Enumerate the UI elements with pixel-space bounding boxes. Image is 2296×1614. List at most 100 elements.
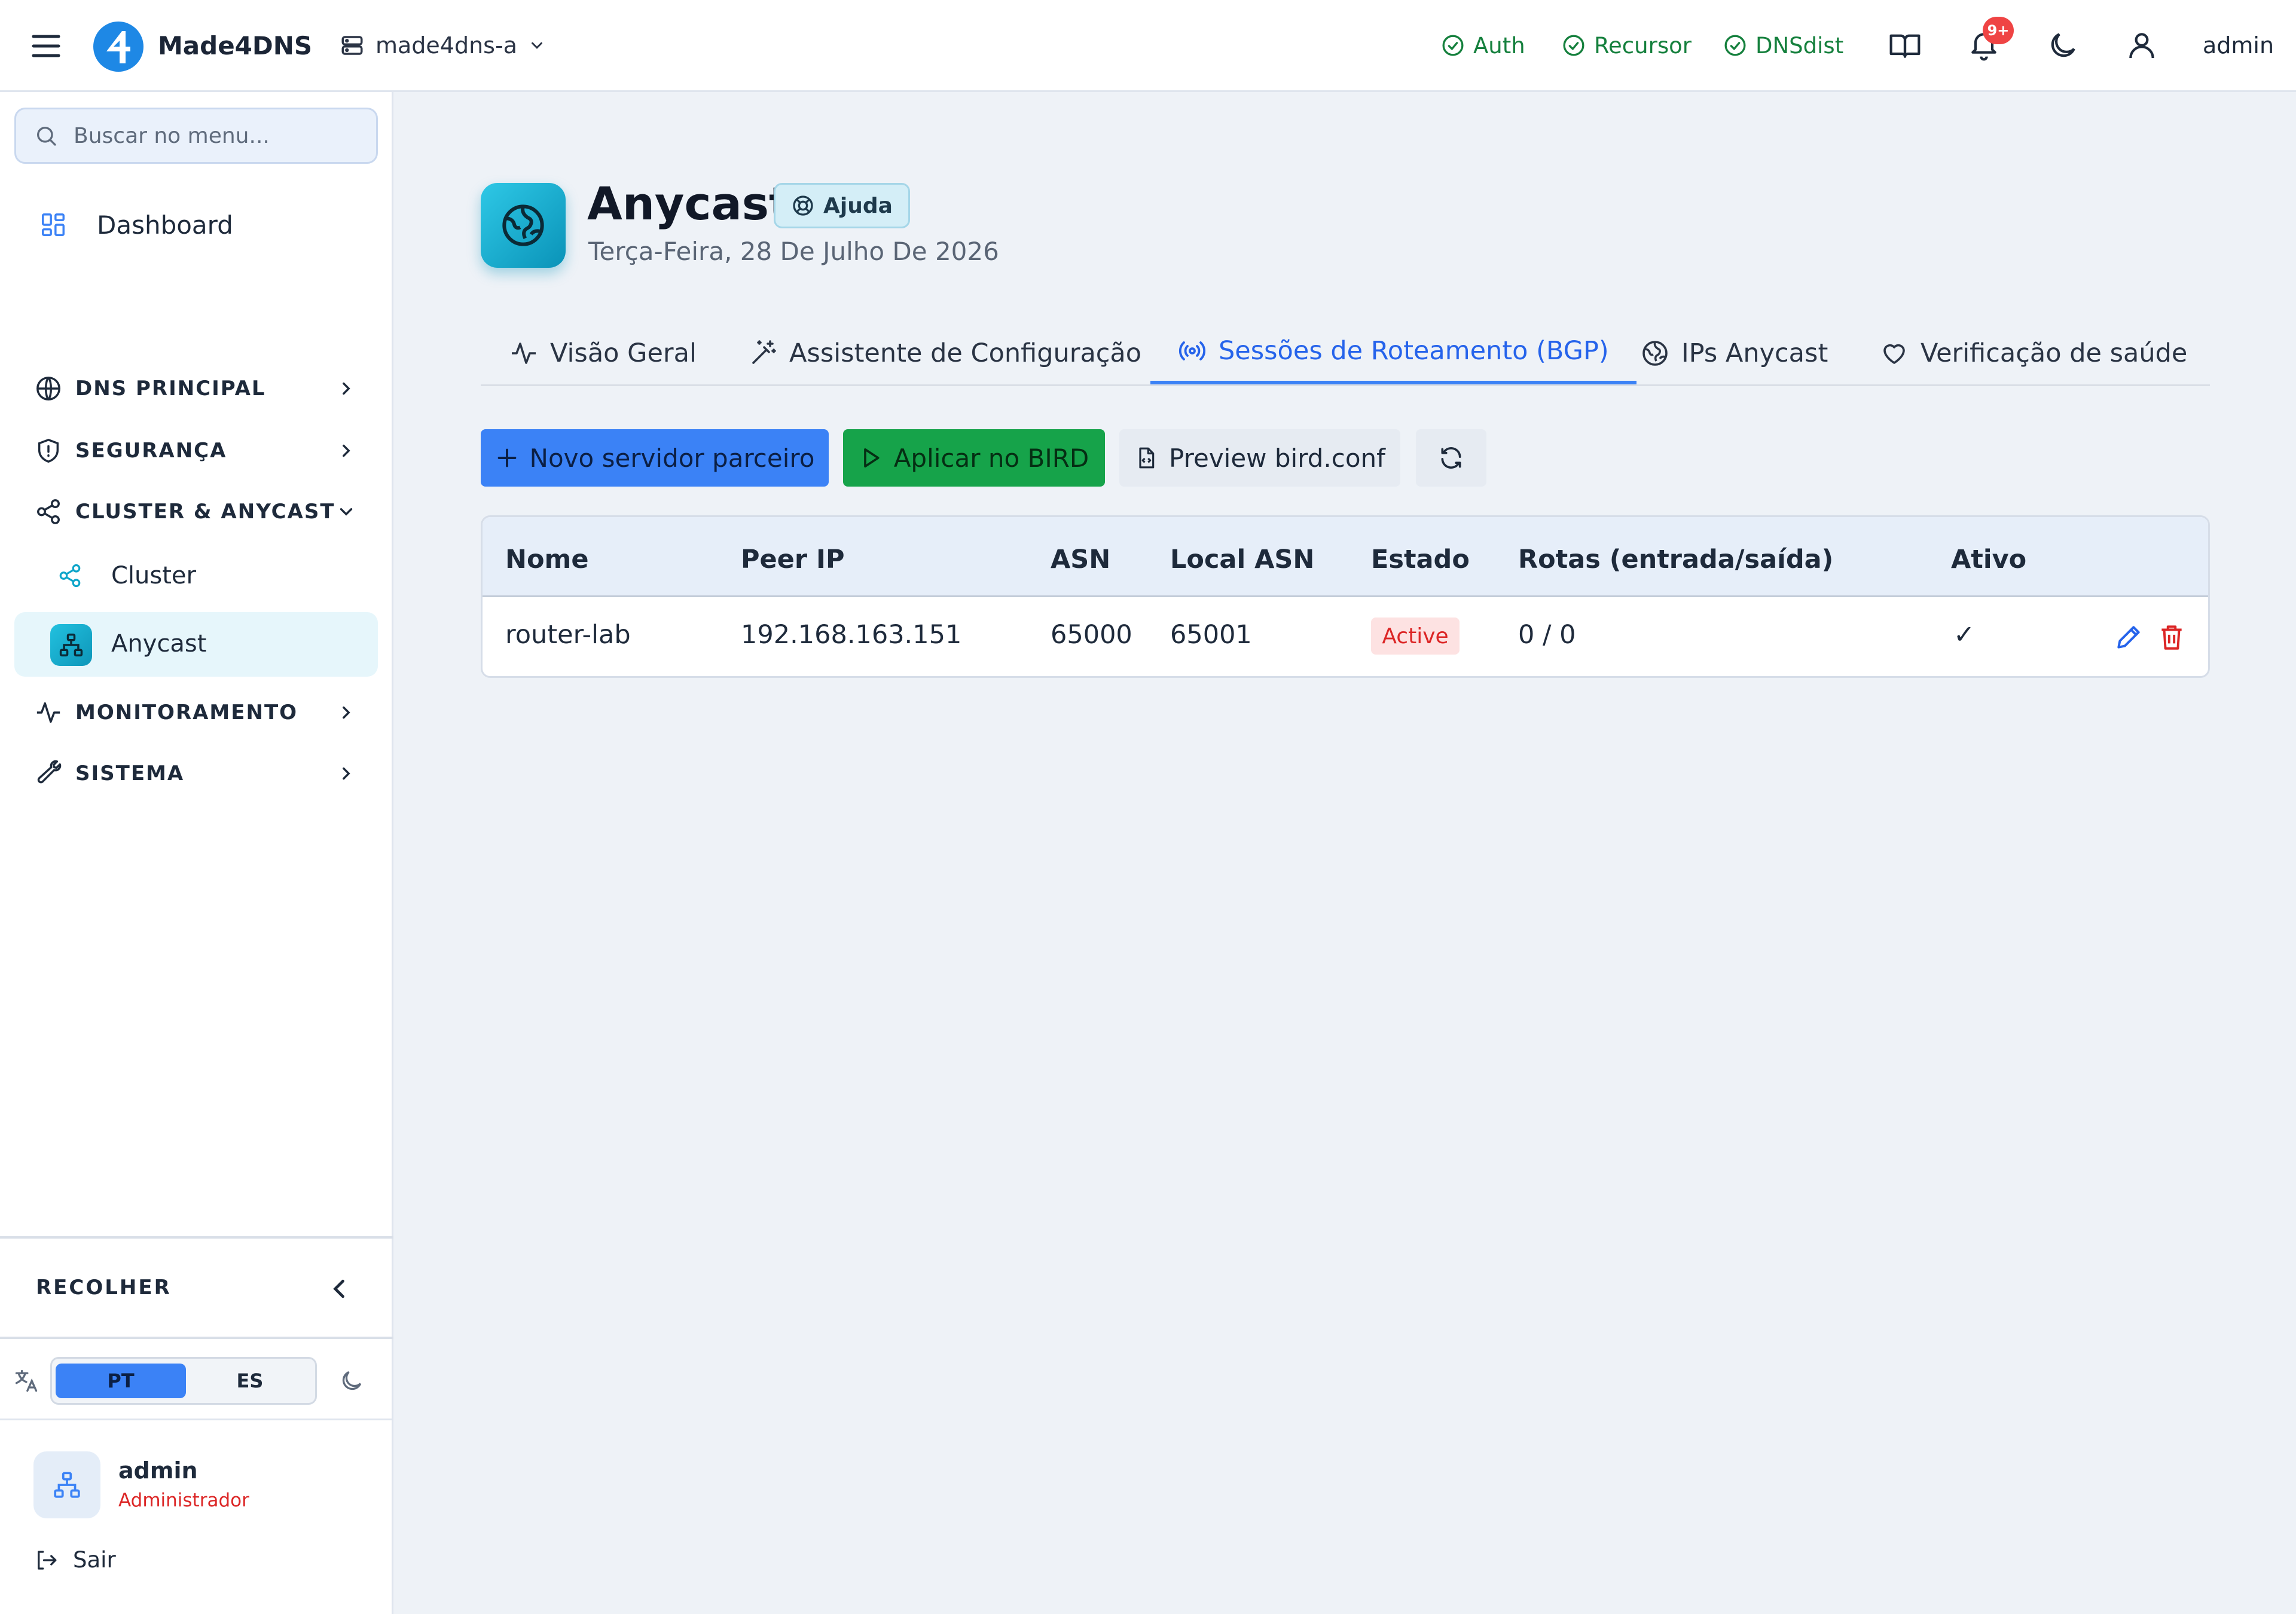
sidebar-group-security[interactable]: SEGURANÇA — [0, 420, 393, 482]
chevron-down-icon — [340, 508, 353, 516]
search-icon — [37, 127, 56, 146]
help-label: Ajuda — [823, 193, 893, 218]
sidebar-group-label: CLUSTER & ANYCAST — [75, 500, 335, 524]
plus-icon — [497, 448, 516, 467]
notification-count-badge: 9+ — [1983, 17, 2014, 44]
activity-icon — [512, 343, 536, 364]
logout-icon — [38, 1550, 57, 1570]
user-menu-label[interactable]: admin — [2203, 26, 2274, 65]
server-selector-label: made4dns-a — [375, 32, 517, 59]
chevron-right-icon — [343, 767, 350, 780]
user-icon[interactable] — [2125, 29, 2158, 62]
column-header[interactable]: ASN — [1051, 545, 1110, 574]
tab-label: Visão Geral — [550, 338, 697, 368]
trash-icon[interactable] — [2157, 622, 2187, 652]
share-nodes-icon — [37, 499, 60, 524]
tab-label: Assistente de Configuração — [789, 338, 1142, 368]
tab-bgp-sessions[interactable]: Sessões de Roteamento (BGP) — [1150, 320, 1636, 384]
dashboard-grid-icon — [42, 213, 65, 236]
sidebar: Buscar no menu... Dashboard DNS PRINCIPA… — [0, 92, 393, 1614]
cell-enabled: ✓ — [1953, 620, 1976, 650]
check-circle-icon — [1724, 35, 1746, 56]
tab-setup-wizard[interactable]: Assistente de Configuração — [749, 320, 1141, 386]
sidebar-item-cluster[interactable]: Cluster — [0, 548, 393, 604]
apply-bird-button[interactable]: Aplicar no BIRD — [843, 429, 1105, 487]
radio-broadcast-icon — [1179, 341, 1205, 360]
sidebar-group-label: MONITORAMENTO — [75, 701, 298, 725]
language-es-button[interactable]: ES — [185, 1364, 315, 1398]
book-icon[interactable] — [1888, 29, 1922, 62]
menu-search-input[interactable]: Buscar no menu... — [14, 108, 378, 164]
refresh-button[interactable] — [1416, 429, 1486, 487]
wrench-icon — [37, 760, 62, 784]
brand-name[interactable]: Made4DNS — [158, 26, 312, 65]
tab-bar: Visão Geral Assistente de Configuração S… — [481, 320, 2210, 386]
status-dnsdist-label: DNSdist — [1755, 32, 1844, 59]
profile-role: Administrador — [118, 1490, 249, 1511]
new-peer-button[interactable]: Novo servidor parceiro — [481, 429, 829, 487]
check-circle-icon — [1563, 35, 1584, 56]
language-row: PT ES — [0, 1339, 393, 1420]
logout-button[interactable]: Sair — [33, 1547, 116, 1573]
sidebar-item-label: Cluster — [111, 562, 196, 589]
tab-label: Sessões de Roteamento (BGP) — [1219, 335, 1609, 366]
activity-icon — [36, 702, 60, 723]
preview-config-label: Preview bird.conf — [1169, 443, 1385, 473]
column-header[interactable]: Estado — [1371, 545, 1470, 574]
moon-icon[interactable] — [338, 1368, 365, 1394]
status-badge: Active — [1371, 618, 1460, 655]
apply-bird-label: Aplicar no BIRD — [893, 443, 1089, 473]
edit-pencil-icon[interactable] — [2114, 622, 2144, 652]
brand-logo-icon[interactable] — [92, 20, 145, 73]
menu-icon[interactable] — [31, 32, 61, 60]
tab-label: Verificação de saúde — [1921, 338, 2188, 368]
sidebar-item-label: Dashboard — [97, 210, 233, 240]
logout-label: Sair — [73, 1547, 116, 1573]
status-dnsdist[interactable]: DNSdist — [1723, 26, 1843, 65]
sidebar-group-cluster-anycast[interactable]: CLUSTER & ANYCAST — [0, 481, 393, 543]
language-pt-button[interactable]: PT — [56, 1364, 186, 1398]
tab-health-check[interactable]: Verificação de saúde — [1880, 320, 2187, 386]
sidebar-item-anycast[interactable]: Anycast — [14, 612, 378, 677]
bgp-sessions-table: Nome Peer IP ASN Local ASN Estado Rotas … — [481, 515, 2210, 678]
column-header[interactable]: Rotas (entrada/saída) — [1518, 545, 1833, 574]
profile-name: admin — [118, 1457, 198, 1484]
sidebar-collapse-button[interactable]: RECOLHER — [0, 1236, 393, 1339]
chevron-right-icon — [343, 382, 350, 395]
avatar — [33, 1451, 100, 1518]
tab-overview[interactable]: Visão Geral — [509, 320, 697, 386]
table-header: Nome Peer IP ASN Local ASN Estado Rotas … — [483, 517, 2208, 597]
status-recursor[interactable]: Recursor — [1562, 26, 1692, 65]
heart-icon — [1883, 344, 1905, 364]
moon-icon[interactable] — [2046, 29, 2080, 62]
cell-asn: 65000 — [1051, 620, 1132, 650]
sidebar-item-dashboard[interactable]: Dashboard — [0, 196, 393, 253]
preview-config-button[interactable]: Preview bird.conf — [1119, 429, 1400, 487]
column-header[interactable]: Peer IP — [741, 545, 845, 574]
sidebar-group-system[interactable]: SISTEMA — [0, 742, 393, 805]
column-header[interactable]: Ativo — [1951, 545, 2026, 574]
status-auth[interactable]: Auth — [1441, 26, 1525, 65]
top-bar: Made4DNS made4dns-a Auth Recursor DNSdis… — [0, 0, 2296, 92]
server-selector[interactable]: made4dns-a — [340, 26, 546, 65]
new-peer-label: Novo servidor parceiro — [529, 443, 815, 473]
tab-anycast-ips[interactable]: IPs Anycast — [1641, 320, 1828, 386]
column-header[interactable]: Local ASN — [1170, 545, 1314, 574]
help-button[interactable]: Ajuda — [774, 183, 910, 228]
page-date: Terça-Feira, 28 De Julho De 2026 — [588, 237, 999, 266]
cell-routes: 0 / 0 — [1518, 620, 1576, 650]
column-header[interactable]: Nome — [505, 545, 589, 574]
chevron-down-icon — [531, 42, 542, 49]
status-recursor-label: Recursor — [1594, 32, 1692, 59]
cell-name: router-lab — [505, 620, 631, 650]
lifebuoy-icon — [793, 195, 813, 216]
globe-icon — [1642, 341, 1668, 366]
globe-icon — [36, 377, 60, 401]
cell-local-asn: 65001 — [1170, 620, 1252, 650]
sidebar-group-label: DNS PRINCIPAL — [75, 377, 266, 401]
refresh-icon — [1441, 447, 1461, 469]
network-icon — [50, 624, 92, 666]
sidebar-group-monitoring[interactable]: MONITORAMENTO — [0, 681, 393, 744]
file-code-icon — [1139, 447, 1155, 469]
sidebar-group-dns[interactable]: DNS PRINCIPAL — [0, 357, 393, 420]
